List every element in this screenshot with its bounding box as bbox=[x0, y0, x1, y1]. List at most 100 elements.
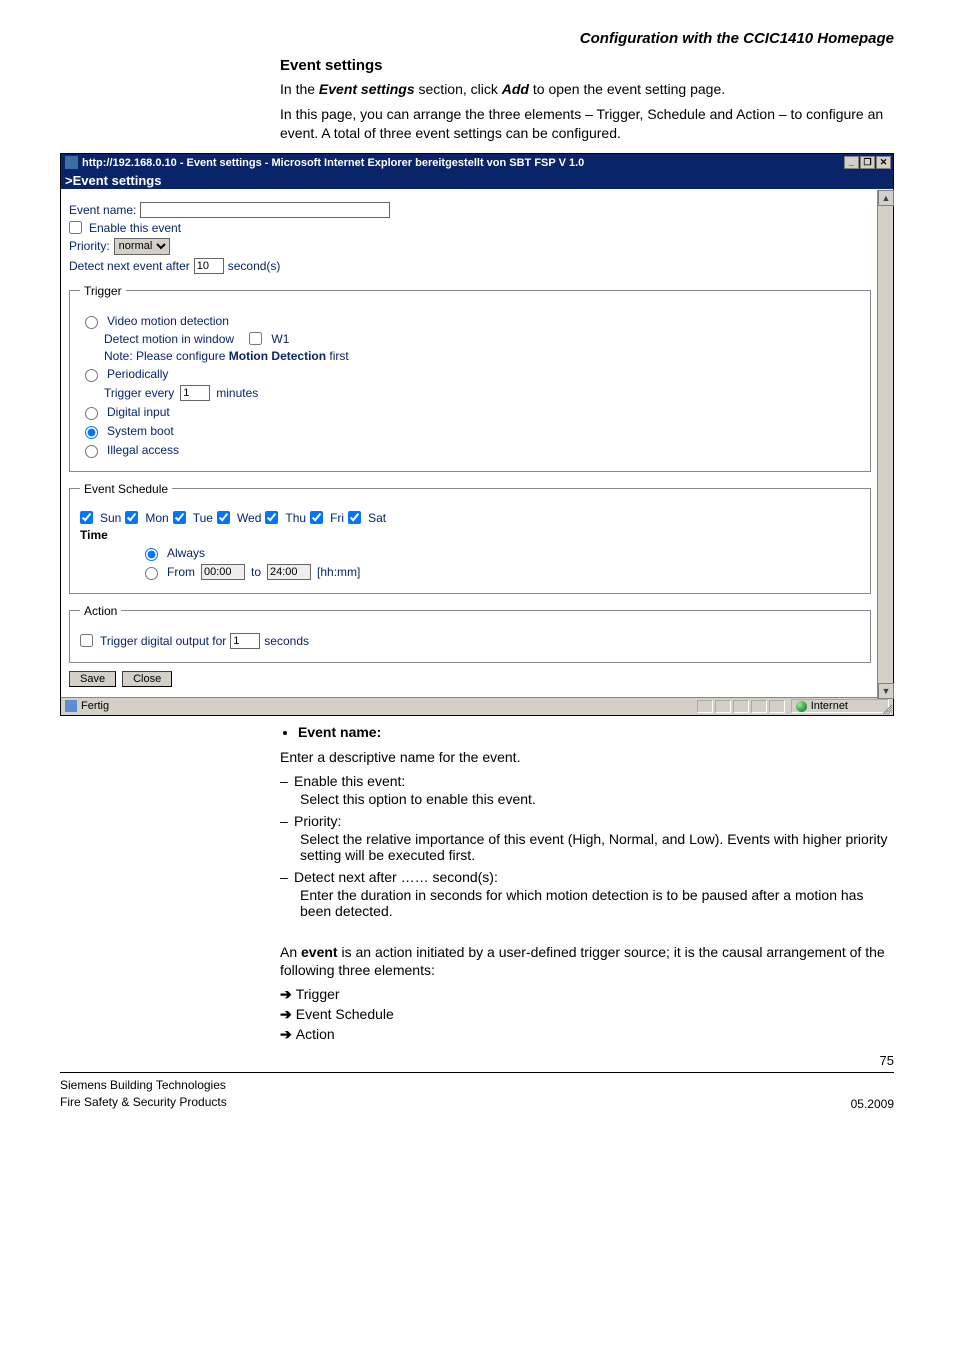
arrow-icon: ➔ bbox=[280, 986, 292, 1002]
trigger-vmd-radio[interactable] bbox=[85, 316, 98, 329]
status-text: Fertig bbox=[81, 700, 109, 712]
days-row: Sun Mon Tue Wed Thu Fri Sat bbox=[80, 511, 860, 525]
save-button[interactable]: Save bbox=[69, 671, 116, 687]
time-from-input[interactable] bbox=[201, 564, 245, 580]
time-to-input[interactable] bbox=[267, 564, 311, 580]
enable-event-label: Enable this event bbox=[89, 221, 181, 235]
page-header: Configuration with the CCIC1410 Homepage bbox=[60, 30, 894, 47]
arrow-trigger-label: Trigger bbox=[296, 986, 340, 1002]
dash-priority: –Priority: bbox=[280, 813, 894, 829]
trigger-note-a: Note: Please configure bbox=[104, 349, 229, 363]
day-checkbox[interactable] bbox=[310, 511, 323, 524]
page-band: >Event settings bbox=[61, 172, 893, 189]
action-trigger-input[interactable] bbox=[230, 633, 260, 649]
ie-window: http://192.168.0.10 - Event settings - M… bbox=[60, 153, 894, 716]
minimize-button[interactable]: _ bbox=[844, 156, 859, 169]
day-checkbox[interactable] bbox=[125, 511, 138, 524]
ie-icon bbox=[65, 156, 78, 169]
trigger-periodic-sub-a: Trigger every bbox=[104, 386, 174, 400]
schedule-fieldset: Event Schedule Sun Mon Tue Wed Thu Fri S… bbox=[69, 482, 871, 594]
day-checkbox[interactable] bbox=[265, 511, 278, 524]
scrollbar[interactable]: ▲ ▼ bbox=[877, 190, 893, 699]
status-segments bbox=[697, 700, 785, 713]
detect-next-input[interactable] bbox=[194, 258, 224, 274]
time-fmt-label: [hh:mm] bbox=[317, 565, 360, 579]
dash-detect: –Detect next after …… second(s): bbox=[280, 869, 894, 885]
day-label: Sun bbox=[100, 511, 121, 525]
titlebar: http://192.168.0.10 - Event settings - M… bbox=[61, 154, 893, 172]
time-always-radio[interactable] bbox=[145, 548, 158, 561]
restore-button[interactable]: ❐ bbox=[860, 156, 875, 169]
dash-detect-desc: Enter the duration in seconds for which … bbox=[300, 887, 894, 919]
event-para-a: An bbox=[280, 944, 301, 960]
action-fieldset: Action Trigger digital output for second… bbox=[69, 604, 871, 663]
day-label: Thu bbox=[285, 511, 306, 525]
intro-1e: to open the event setting page. bbox=[529, 81, 725, 97]
trigger-vmd-label: Video motion detection bbox=[107, 314, 229, 328]
status-seg bbox=[733, 700, 749, 713]
day-label: Tue bbox=[193, 511, 213, 525]
scroll-up-button[interactable]: ▲ bbox=[878, 190, 894, 206]
footer-right: 05.2009 bbox=[851, 1097, 894, 1111]
trigger-system-label: System boot bbox=[107, 424, 174, 438]
trigger-digital-radio[interactable] bbox=[85, 407, 98, 420]
status-seg bbox=[715, 700, 731, 713]
status-seg bbox=[697, 700, 713, 713]
day-checkbox[interactable] bbox=[348, 511, 361, 524]
event-name-input[interactable] bbox=[140, 202, 390, 218]
close-window-button[interactable]: ✕ bbox=[876, 156, 891, 169]
event-name-label: Event name: bbox=[69, 203, 136, 217]
dash-priority-label: Priority: bbox=[294, 813, 341, 829]
trigger-note-c: first bbox=[326, 349, 349, 363]
event-para-c: is an action initiated by a user-defined… bbox=[280, 944, 885, 979]
trigger-system-radio[interactable] bbox=[85, 426, 98, 439]
time-from-radio[interactable] bbox=[145, 567, 158, 580]
trigger-note: Note: Please configure Motion Detection … bbox=[104, 349, 349, 363]
priority-label: Priority: bbox=[69, 239, 110, 253]
day-checkbox[interactable] bbox=[173, 511, 186, 524]
trigger-legend: Trigger bbox=[80, 284, 126, 298]
trigger-w1-checkbox[interactable] bbox=[249, 332, 262, 345]
day-checkbox[interactable] bbox=[80, 511, 93, 524]
arrow-icon: ➔ bbox=[280, 1026, 292, 1042]
bullet-event-name: Event name: bbox=[298, 724, 894, 740]
action-trigger-checkbox[interactable] bbox=[80, 634, 93, 647]
action-trigger-label-b: seconds bbox=[264, 634, 309, 648]
priority-select[interactable]: normal bbox=[114, 238, 170, 255]
page-number: 75 bbox=[60, 1053, 894, 1068]
schedule-legend: Event Schedule bbox=[80, 482, 172, 496]
trigger-periodic-sub-b: minutes bbox=[216, 386, 258, 400]
intro-1a: In the bbox=[280, 81, 319, 97]
arrow-icon: ➔ bbox=[280, 1006, 292, 1022]
trigger-w1-label: W1 bbox=[271, 332, 289, 346]
action-trigger-label-a: Trigger digital output for bbox=[100, 634, 226, 648]
time-from-label: From bbox=[167, 565, 195, 579]
window-title: http://192.168.0.10 - Event settings - M… bbox=[82, 157, 844, 169]
scroll-down-button[interactable]: ▼ bbox=[878, 683, 894, 699]
trigger-periodic-label: Periodically bbox=[107, 367, 168, 381]
intro-1d: Add bbox=[502, 81, 529, 97]
close-button[interactable]: Close bbox=[122, 671, 172, 687]
ie-status-icon bbox=[65, 700, 77, 712]
arrow-action-label: Action bbox=[296, 1026, 335, 1042]
arrow-schedule: ➔Event Schedule bbox=[280, 1006, 894, 1023]
trigger-illegal-radio[interactable] bbox=[85, 445, 98, 458]
time-always-label: Always bbox=[167, 546, 205, 560]
day-label: Sat bbox=[368, 511, 386, 525]
trigger-periodic-input[interactable] bbox=[180, 385, 210, 401]
day-label: Fri bbox=[330, 511, 344, 525]
statusbar: Fertig Internet bbox=[61, 697, 893, 715]
intro-1b: Event settings bbox=[319, 81, 415, 97]
trigger-periodic-radio[interactable] bbox=[85, 369, 98, 382]
trigger-illegal-label: Illegal access bbox=[107, 443, 179, 457]
day-label: Mon bbox=[145, 511, 168, 525]
dash-enable-label: Enable this event: bbox=[294, 773, 405, 789]
footer-l2: Fire Safety & Security Products bbox=[60, 1094, 227, 1111]
enable-event-checkbox[interactable] bbox=[69, 221, 82, 234]
day-checkbox[interactable] bbox=[217, 511, 230, 524]
resize-grip-icon[interactable] bbox=[880, 702, 892, 714]
intro-1: In the Event settings section, click Add… bbox=[280, 80, 894, 99]
footer-left: Siemens Building Technologies Fire Safet… bbox=[60, 1077, 227, 1111]
event-para-b: event bbox=[301, 944, 338, 960]
footer-l1: Siemens Building Technologies bbox=[60, 1077, 227, 1094]
